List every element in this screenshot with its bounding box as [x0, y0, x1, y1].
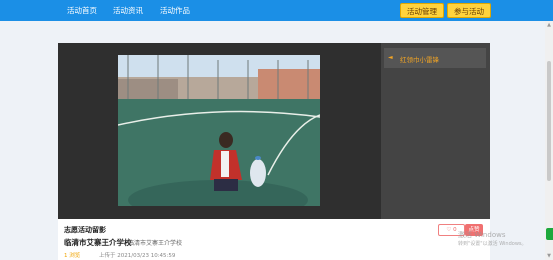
like-count: 0: [453, 227, 457, 233]
activity-photo[interactable]: [118, 55, 320, 206]
scroll-up-arrow-icon[interactable]: ▲: [546, 22, 552, 28]
photo-viewer: ◄ 红领巾小雷锋: [58, 43, 490, 219]
top-nav-bar: 活动首页 活动资讯 活动作品 活动管理 参与活动: [0, 0, 553, 21]
work-info-panel: 志愿活动留影 临清市艾寨王介学校 临清市艾寨王介学校 1 浏览 上传于 2021…: [58, 219, 490, 260]
photo-sidebar: ◄ 红领巾小雷锋: [381, 43, 490, 219]
sidebar-item-red-scarf-lei-feng[interactable]: ◄ 红领巾小雷锋: [384, 48, 486, 68]
watermark-line-1: 激活 Windows: [458, 231, 506, 239]
scrollbar-thumb[interactable]: [547, 61, 551, 181]
nav-activity-news[interactable]: 活动资讯: [113, 0, 143, 21]
photo-stage: [58, 43, 381, 219]
view-count: 1 浏览: [64, 253, 81, 259]
upload-time: 上传于 2021/03/23 10:45:59: [99, 253, 176, 259]
nav-activity-works[interactable]: 活动作品: [160, 0, 190, 21]
photo-scene-image: [118, 55, 320, 206]
activity-manage-button[interactable]: 活动管理: [400, 3, 444, 18]
work-category: 志愿活动留影: [64, 226, 106, 234]
scroll-down-arrow-icon[interactable]: ▼: [546, 253, 552, 259]
nav-activity-home[interactable]: 活动首页: [67, 0, 97, 21]
floating-side-tab[interactable]: [546, 228, 553, 240]
windows-activation-watermark: 激活 Windows 转到"设置"以激活 Windows。: [458, 231, 527, 249]
sidebar-item-label: 红领巾小雷锋: [400, 56, 439, 64]
heart-icon: ♡: [446, 227, 452, 233]
work-school-sub: 临清市艾寨王介学校: [128, 240, 183, 247]
page-scrollbar[interactable]: ▲ ▼: [545, 21, 553, 260]
join-activity-button[interactable]: 参与活动: [447, 3, 491, 18]
triangle-left-icon: ◄: [388, 54, 393, 61]
work-school[interactable]: 临清市艾寨王介学校: [64, 237, 132, 248]
watermark-line-2: 转到"设置"以激活 Windows。: [458, 241, 527, 247]
